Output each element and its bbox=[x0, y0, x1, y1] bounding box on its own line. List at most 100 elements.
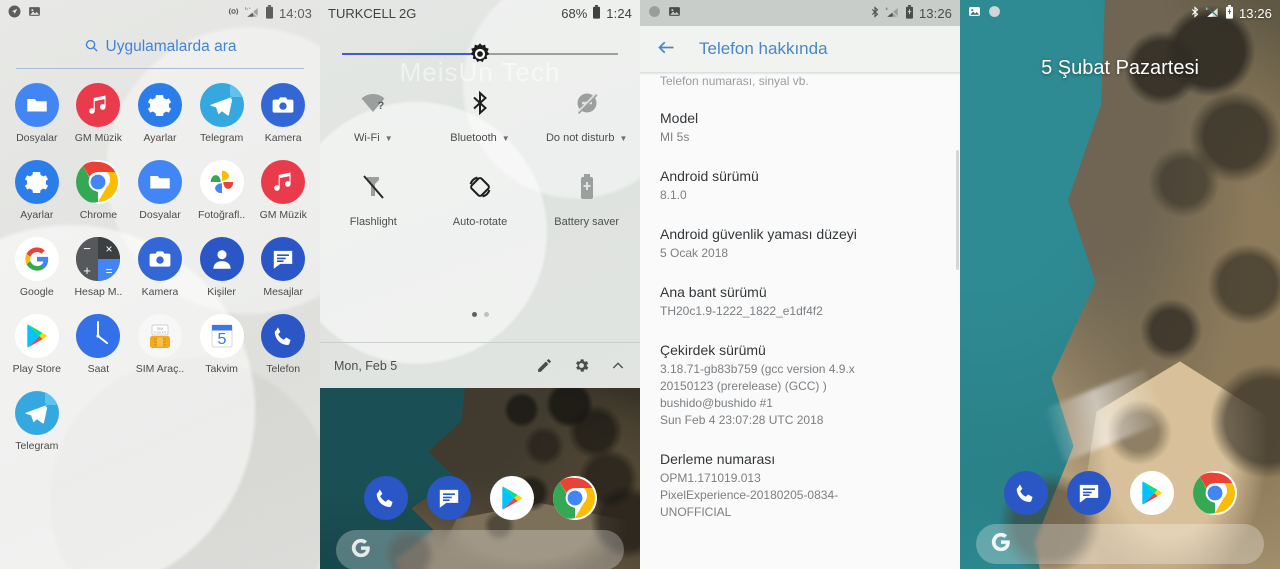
phone-icon[interactable] bbox=[363, 476, 408, 520]
app-drawer-search-bar[interactable]: Uygulamalarda ara bbox=[0, 32, 320, 62]
app-label: Dosyalar bbox=[16, 132, 58, 144]
status-bar-drawer: H+ 14:03 bbox=[0, 0, 320, 26]
svg-text:=: = bbox=[106, 264, 113, 278]
phone-icon[interactable] bbox=[1003, 471, 1048, 515]
status-right-icons: E 13:26 bbox=[870, 4, 952, 22]
qs-tile-do-not-disturb[interactable]: Do not disturb ▼ bbox=[533, 88, 640, 144]
sim-toolkit-icon: SIM TOOLKIT bbox=[137, 314, 182, 358]
qs-tile-wifi[interactable]: ? Wi-Fi ▼ bbox=[320, 88, 427, 144]
play-store-icon[interactable] bbox=[1129, 471, 1174, 515]
item-value: MI 5s bbox=[660, 130, 690, 144]
app-item-dosyalar-1[interactable]: Dosyalar bbox=[6, 74, 68, 144]
app-item-takvim[interactable]: 5 Takvim bbox=[191, 305, 253, 375]
status-right-icons: H+ 14:03 bbox=[227, 4, 312, 22]
battery-icon bbox=[265, 4, 274, 22]
google-search-pill[interactable] bbox=[976, 524, 1264, 564]
app-item-ayarlar-1[interactable]: Ayarlar bbox=[129, 74, 191, 144]
about-item-baseband[interactable]: Ana bant sürümü TH20c1.9-1222_1822_e1df4… bbox=[660, 262, 940, 320]
app-label: SIM Araç.. bbox=[135, 363, 185, 375]
pencil-edit-icon[interactable] bbox=[536, 357, 553, 374]
app-label: Ayarlar bbox=[143, 132, 177, 144]
app-item-fotograflar[interactable]: Fotoğrafl.. bbox=[191, 151, 253, 221]
edge-signal-icon: E bbox=[885, 5, 900, 21]
messages-icon[interactable] bbox=[426, 476, 471, 520]
item-key: Model bbox=[660, 110, 699, 126]
date-widget[interactable]: 5 Şubat Pazartesi bbox=[960, 57, 1280, 80]
battery-icon bbox=[1225, 4, 1234, 22]
app-item-telegram-2[interactable]: Telegram bbox=[6, 382, 68, 452]
app-label: Ayarlar bbox=[20, 209, 54, 221]
bluetooth-icon bbox=[1190, 5, 1200, 22]
about-item-kernel[interactable]: Çekirdek sürümü 3.18.71-gb83b759 (gcc ve… bbox=[660, 320, 940, 429]
app-label: Telefon bbox=[266, 363, 301, 375]
app-item-sim-arac[interactable]: SIM TOOLKIT SIM Araç.. bbox=[129, 305, 191, 375]
app-label: Chrome bbox=[79, 209, 118, 221]
search-icon bbox=[84, 38, 99, 57]
qs-tile-auto-rotate[interactable]: Auto-rotate bbox=[427, 172, 534, 228]
app-item-kamera-1[interactable]: Kamera bbox=[252, 74, 314, 144]
about-item-build-number[interactable]: Derleme numarası OPM1.171019.013 PixelEx… bbox=[660, 429, 940, 521]
contacts-person-icon bbox=[199, 237, 244, 281]
qs-tile-label: Flashlight bbox=[350, 216, 397, 228]
svg-text:?: ? bbox=[378, 100, 385, 112]
label-text: Flashlight bbox=[349, 216, 397, 228]
app-item-dosyalar-2[interactable]: Dosyalar bbox=[129, 151, 191, 221]
qs-tile-bluetooth[interactable]: Bluetooth ▼ bbox=[427, 88, 534, 144]
app-item-play-store[interactable]: Play Store bbox=[6, 305, 68, 375]
qs-tile-flashlight[interactable]: Flashlight bbox=[320, 172, 427, 228]
page-title: Telefon hakkında bbox=[699, 39, 828, 58]
messages-icon[interactable] bbox=[1066, 471, 1111, 515]
wifi-unknown-icon: ? bbox=[360, 88, 386, 118]
camera-icon bbox=[137, 237, 182, 281]
label-text: Wi-Fi bbox=[354, 132, 380, 144]
pager-dot-2[interactable] bbox=[483, 312, 489, 317]
app-item-telefon-1[interactable]: Telefon bbox=[252, 305, 314, 375]
status-bar-about: E 13:26 bbox=[640, 0, 960, 26]
status-left-icons bbox=[8, 5, 41, 21]
list-scrollbar[interactable] bbox=[956, 150, 959, 270]
about-item-security-patch[interactable]: Android güvenlik yaması düzeyi 5 Ocak 20… bbox=[660, 204, 940, 262]
app-item-mesajlar-1[interactable]: Mesajlar bbox=[252, 228, 314, 298]
app-item-chrome[interactable]: Chrome bbox=[68, 151, 130, 221]
about-item-model[interactable]: Model MI 5s bbox=[660, 88, 940, 146]
about-phone-list[interactable]: Telefon numarası, sinyal vb. Model MI 5s… bbox=[640, 56, 960, 569]
home-screen-preview bbox=[320, 388, 640, 569]
chevron-up-icon[interactable] bbox=[610, 358, 626, 374]
back-arrow-icon[interactable] bbox=[656, 37, 677, 62]
chevron-down-icon[interactable]: ▼ bbox=[619, 134, 627, 143]
brightness-slider[interactable] bbox=[342, 42, 618, 68]
brightness-sun-icon[interactable] bbox=[468, 42, 492, 66]
app-item-gm-muzik-1[interactable]: GM Müzik bbox=[68, 74, 130, 144]
app-item-gm-muzik-2[interactable]: GM Müzik bbox=[252, 151, 314, 221]
chrome-icon[interactable] bbox=[552, 476, 597, 520]
photos-icon bbox=[199, 160, 244, 204]
app-item-kisiler[interactable]: Kişiler bbox=[191, 228, 253, 298]
app-item-telegram-1[interactable]: Telegram bbox=[191, 74, 253, 144]
app-item-google[interactable]: Google bbox=[6, 228, 68, 298]
chrome-icon bbox=[76, 160, 121, 204]
battery-saver-icon bbox=[579, 172, 595, 202]
label-text: Auto-rotate bbox=[452, 216, 508, 228]
google-search-pill-preview[interactable] bbox=[336, 530, 624, 569]
about-item-android-version[interactable]: Android sürümü 8.1.0 bbox=[660, 146, 940, 204]
app-drawer-search-placeholder: Uygulamalarda ara bbox=[105, 38, 237, 55]
battery-percent: 68% bbox=[561, 5, 588, 21]
app-item-hesap-makinesi[interactable]: − × + = Hesap M.. bbox=[68, 228, 130, 298]
gear-icon[interactable] bbox=[573, 357, 590, 374]
chrome-icon[interactable] bbox=[1192, 471, 1237, 515]
app-item-saat[interactable]: Saat bbox=[68, 305, 130, 375]
footer-date: Mon, Feb 5 bbox=[334, 358, 398, 373]
app-item-kamera-2[interactable]: Kamera bbox=[129, 228, 191, 298]
qs-tile-battery-saver[interactable]: Battery saver bbox=[533, 172, 640, 228]
panel-about-phone: E 13:26 Telefon numarası, sinyal vb. Mod… bbox=[640, 0, 960, 569]
quick-settings-pager[interactable] bbox=[320, 312, 640, 317]
status-right-icons: 68% 1:24 bbox=[561, 4, 632, 22]
brightness-fill bbox=[342, 53, 480, 55]
chevron-down-icon[interactable]: ▼ bbox=[385, 134, 393, 143]
app-item-ayarlar-2[interactable]: Ayarlar bbox=[6, 151, 68, 221]
app-label: Kamera bbox=[141, 286, 179, 298]
chevron-down-icon[interactable]: ▼ bbox=[502, 134, 510, 143]
item-key: Çekirdek sürümü bbox=[660, 342, 766, 359]
play-store-icon[interactable] bbox=[489, 476, 534, 520]
pager-dot-1[interactable] bbox=[471, 312, 477, 317]
